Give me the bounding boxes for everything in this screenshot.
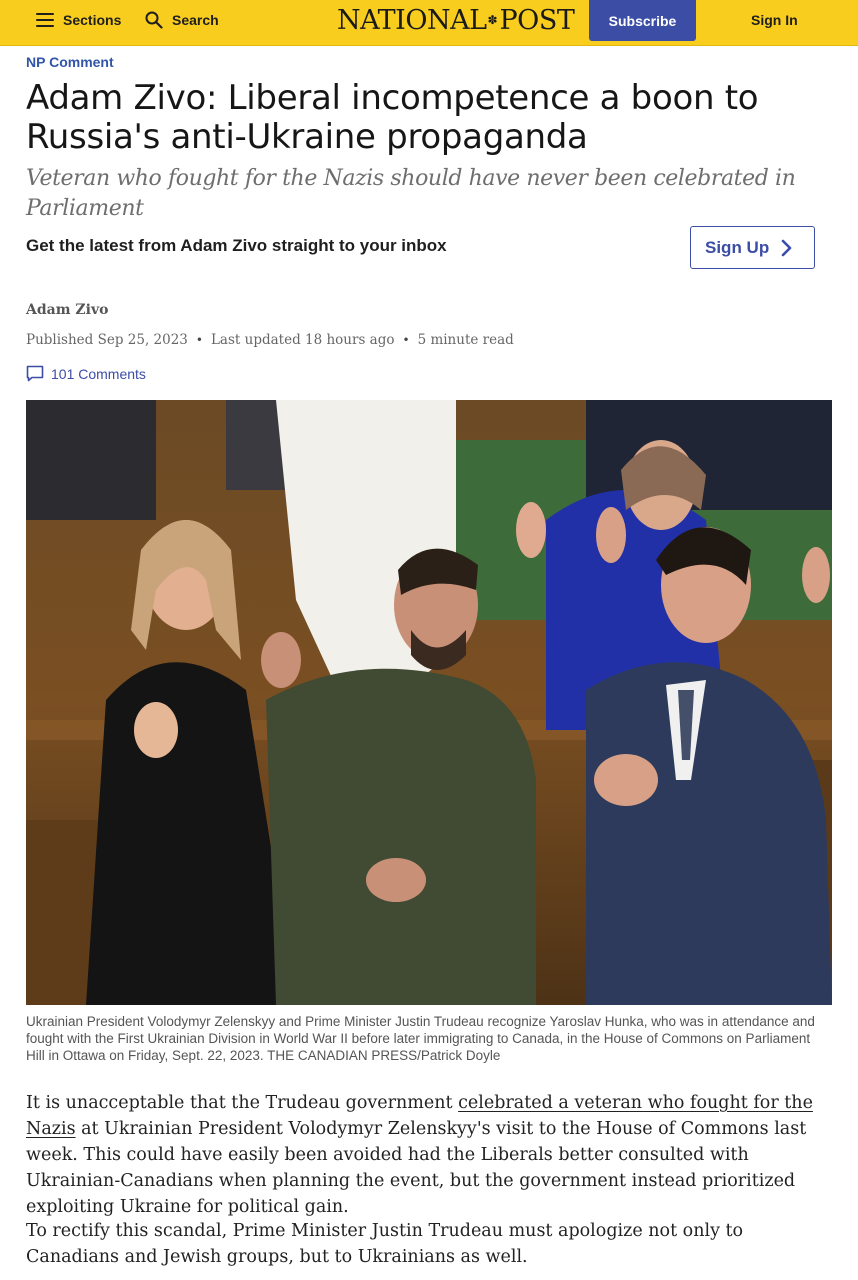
logo-word-post: POST [499,4,575,36]
subscribe-button[interactable]: Subscribe [589,0,696,41]
national-post-logo[interactable]: NATIONAL ✽ POST [337,2,575,38]
chevron-right-icon [781,239,792,256]
search-button[interactable]: Search [145,0,219,40]
signup-label: Sign Up [705,237,770,257]
meta-separator: • [402,333,410,347]
logo-word-national: NATIONAL [337,4,487,36]
sections-label: Sections [63,12,122,28]
published-date: Published Sep 25, 2023 [26,332,188,348]
article-dek: Veteran who fought for the Nazis should … [26,166,796,221]
article-paragraph: It is unacceptable that the Trudeau gove… [26,1090,838,1220]
hamburger-icon [36,13,54,27]
author-link[interactable]: Adam Zivo [26,302,108,318]
newsletter-prompt: Get the latest from Adam Zivo straight t… [26,236,447,255]
comment-icon [26,365,44,382]
meta-separator: • [195,333,203,347]
last-updated: Last updated 18 hours ago [210,332,395,348]
article-headline: Adam Zivo: Liberal incompetence a boon t… [26,78,759,157]
maple-leaf-icon: ✽ [487,12,498,27]
comments-link[interactable]: 101 Comments [26,365,146,382]
newsletter-signup-button[interactable]: Sign Up [690,226,815,269]
section-link[interactable]: NP Comment [26,54,114,70]
hero-photo-illustration [26,400,832,1005]
sign-in-link[interactable]: Sign In [751,0,798,40]
sections-button[interactable]: Sections [36,0,121,40]
image-caption: Ukrainian President Volodymyr Zelenskyy … [26,1014,815,1063]
article-meta: Published Sep 25, 2023 • Last updated 18… [26,332,514,348]
article-paragraph: To rectify this scandal, Prime Minister … [26,1221,744,1267]
article-hero-image[interactable] [26,400,832,1005]
search-label: Search [172,12,219,28]
site-header: Sections Search NATIONAL ✽ POST Subscrib… [0,0,858,46]
comments-count: 101 Comments [51,365,146,382]
paragraph-text: at Ukrainian President Volodymyr Zelensk… [26,1119,807,1217]
paragraph-text: It is unacceptable that the Trudeau gove… [26,1093,459,1113]
read-time: 5 minute read [417,332,514,348]
search-icon [145,11,163,29]
